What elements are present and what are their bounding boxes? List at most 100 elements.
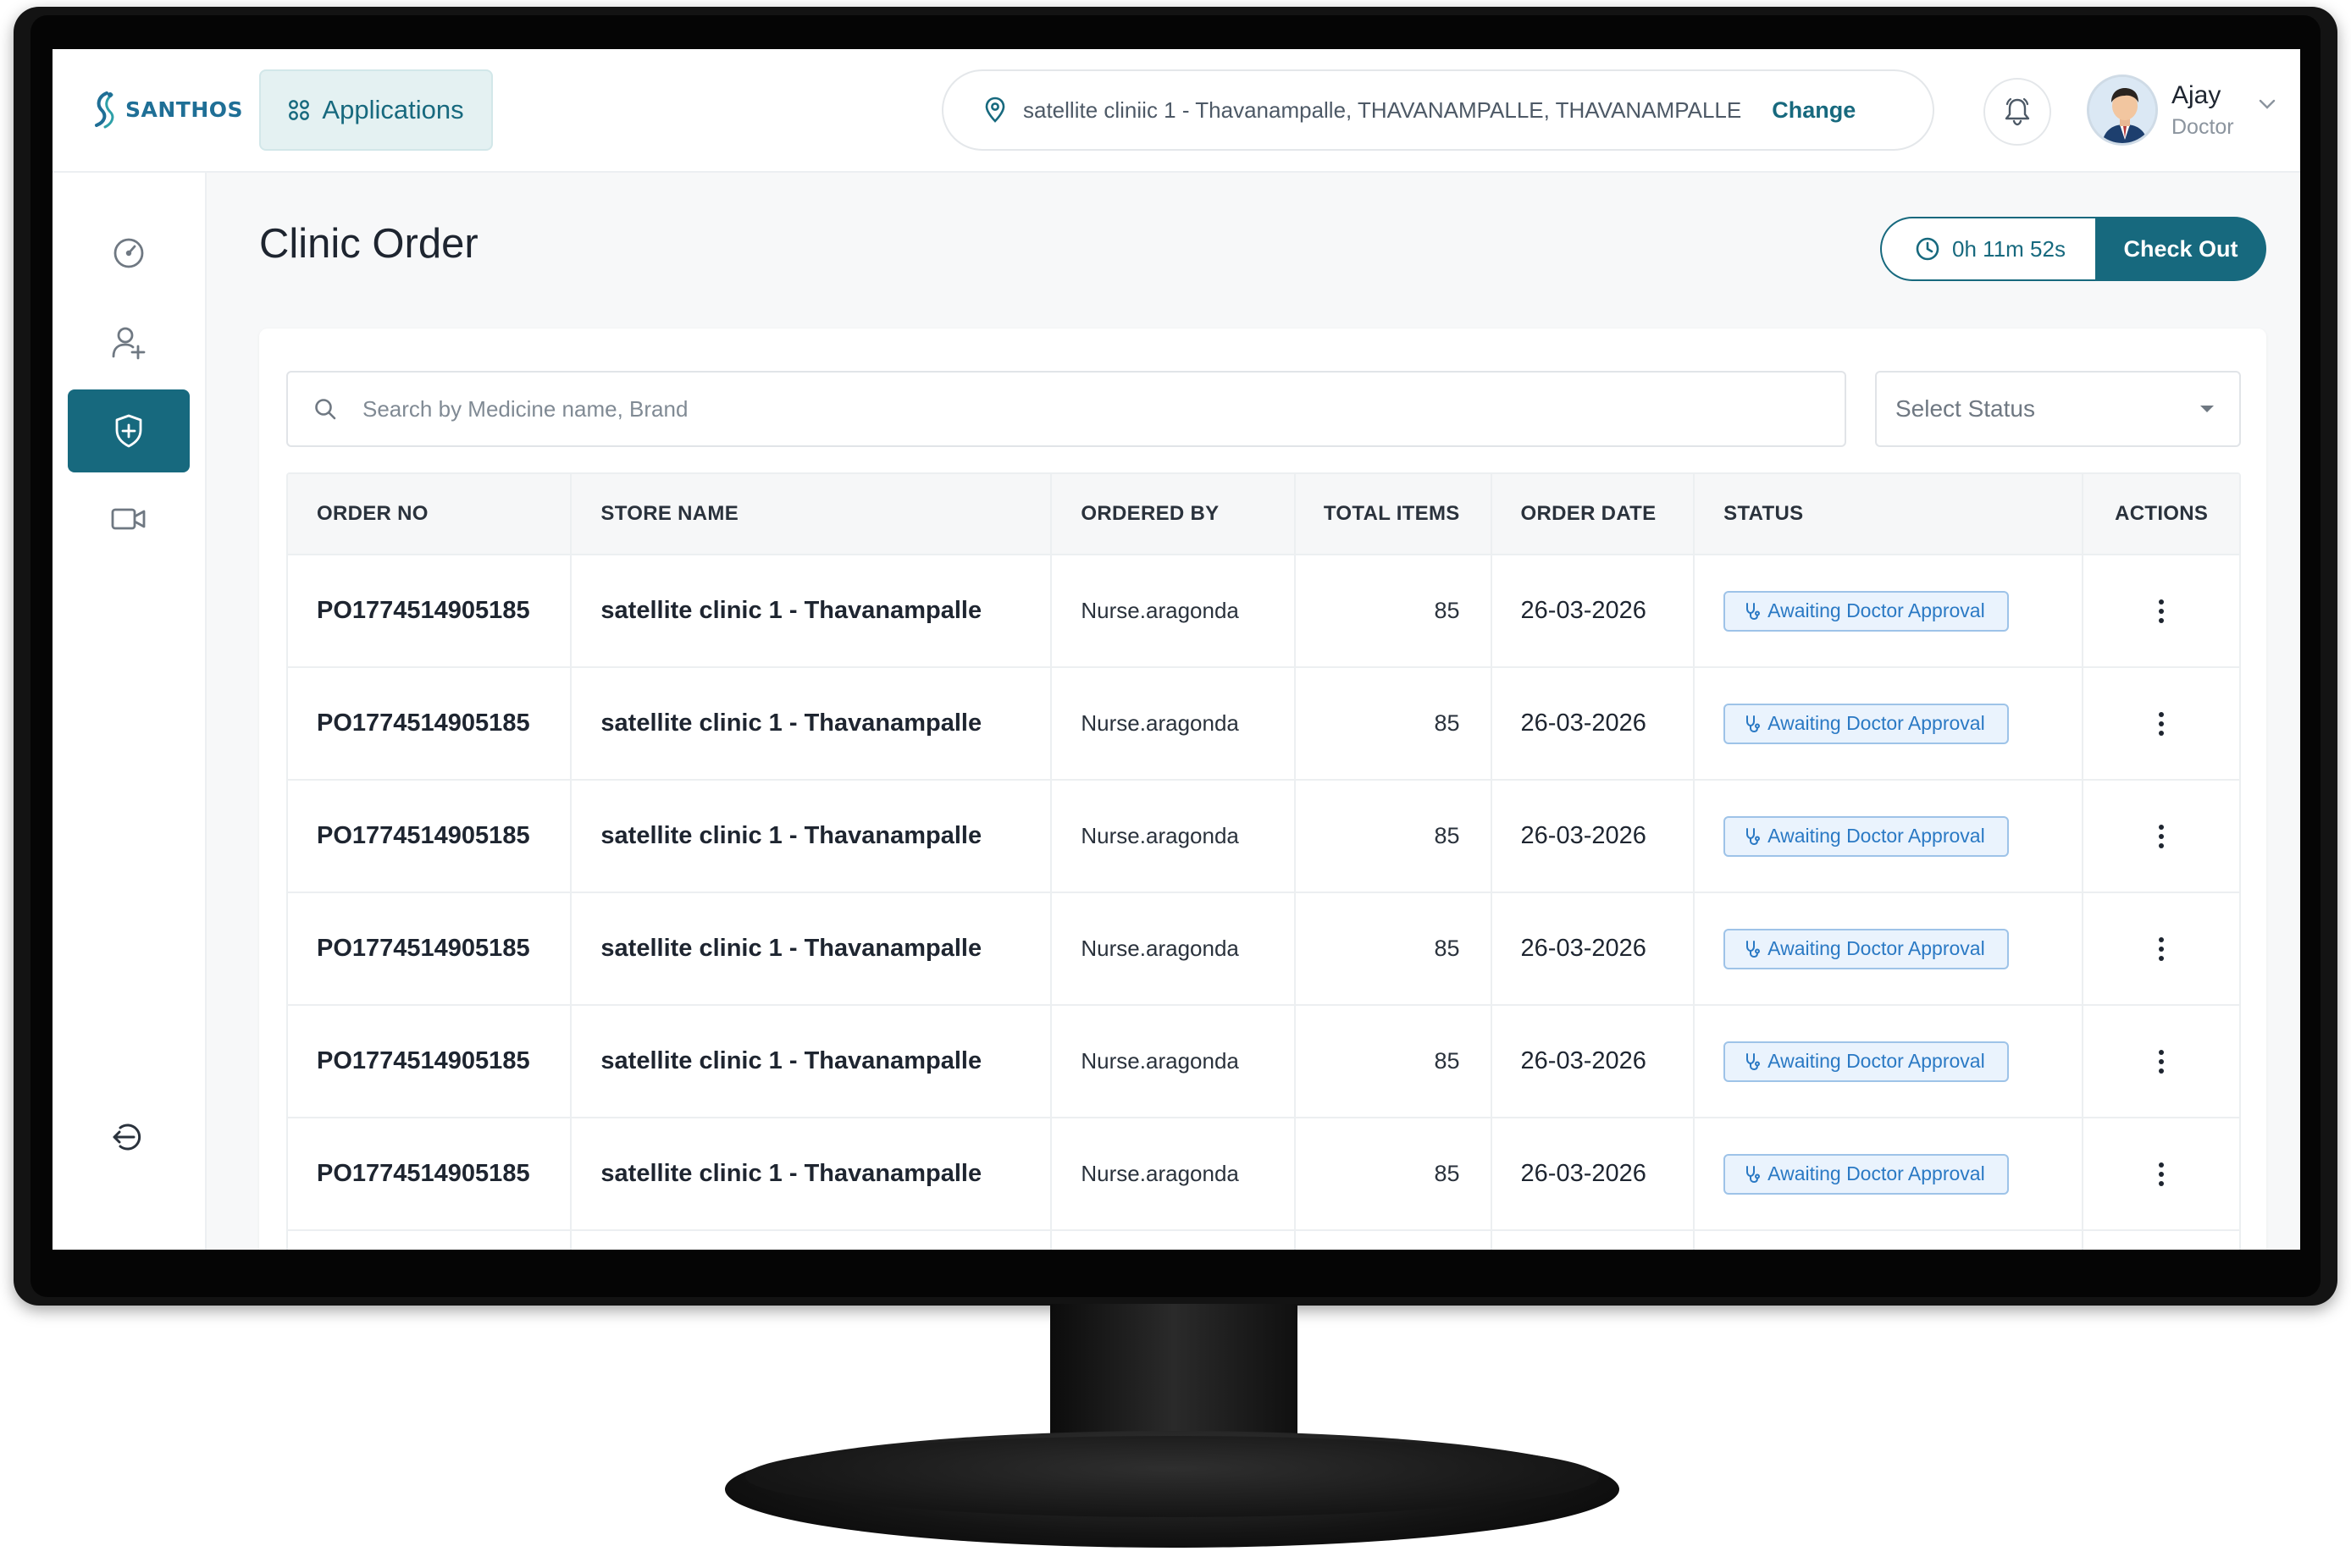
status-cell: Awaiting Doctor Approval <box>1695 668 2084 779</box>
sidebar-item-video-consult[interactable] <box>68 478 190 560</box>
more-vertical-icon <box>2159 1162 2165 1186</box>
store-name-cell: satellite clinic 1 - Thavanampalle <box>572 893 1053 1004</box>
order-date-cell: 26-03-2026 <box>1492 1006 1695 1117</box>
row-actions-button[interactable] <box>2144 1149 2178 1200</box>
more-vertical-icon <box>2159 936 2165 961</box>
table-row[interactable]: PO1774514905185 satellite clinic 1 - Tha… <box>288 1118 2239 1231</box>
col-header-order-no[interactable]: ORDER NO <box>288 474 573 554</box>
order-no-cell: PO1774514905185 <box>288 1118 573 1229</box>
order-no-cell: PO1774514905185 <box>288 668 573 779</box>
row-actions-button[interactable] <box>2144 698 2178 749</box>
user-role: Doctor <box>2171 115 2234 139</box>
sidebar-item-add-patient[interactable] <box>68 301 190 384</box>
col-header-total-items[interactable]: TOTAL ITEMS <box>1296 474 1492 554</box>
more-vertical-icon <box>2159 711 2165 736</box>
order-no-cell: PO1774514905185 <box>288 781 573 892</box>
status-badge: Awaiting Doctor Approval <box>1723 1153 2009 1195</box>
status-cell: Awaiting Doctor Approval <box>1695 1118 2084 1229</box>
dashboard-gauge-icon <box>113 238 144 268</box>
sidebar-item-logout[interactable] <box>68 1096 190 1179</box>
order-date-cell: 26-03-2026 <box>1492 555 1695 666</box>
table-row[interactable]: PO1774514905185 satellite clinic 1 - Tha… <box>288 668 2239 781</box>
status-badge: Awaiting Doctor Approval <box>1723 1041 2009 1082</box>
status-cell: Awaiting Doctor Approval <box>1695 781 2084 892</box>
left-sidebar <box>53 173 207 1250</box>
more-vertical-icon <box>2159 1049 2165 1074</box>
col-header-order-date[interactable]: ORDER DATE <box>1492 474 1695 554</box>
table-row[interactable]: PO1774514905185 satellite clinic 1 - Tha… <box>288 781 2239 893</box>
app-screen: SANTHOS Applications satellite cliniic 1… <box>53 49 2300 1250</box>
status-select-value: Select Status <box>1895 395 2035 422</box>
status-cell: Awaiting Doctor Approval <box>1695 1006 2084 1117</box>
video-camera-icon <box>111 508 146 530</box>
order-date-cell: 26-03-2026 <box>1492 1118 1695 1229</box>
total-items-cell: 85 <box>1296 1118 1492 1229</box>
order-date-cell: 26-03-2026 <box>1492 893 1695 1004</box>
total-items-cell: 85 <box>1296 781 1492 892</box>
status-cell: Awaiting Doctor Approval <box>1695 555 2084 666</box>
total-items-cell: 85 <box>1296 1006 1492 1117</box>
ordered-by-cell: Nurse.aragonda <box>1052 668 1296 779</box>
actions-cell <box>2083 893 2239 1004</box>
page-title: Clinic Order <box>259 221 478 267</box>
col-header-store-name[interactable]: STORE NAME <box>572 474 1053 554</box>
change-location-link[interactable]: Change <box>1772 97 1856 124</box>
status-badge-text: Awaiting Doctor Approval <box>1767 825 1985 847</box>
clock-icon <box>1916 237 1939 261</box>
ordered-by-cell: Nurse.aragonda <box>1052 893 1296 1004</box>
row-actions-button[interactable] <box>2144 586 2178 637</box>
location-selector[interactable]: satellite cliniic 1 - Thavanampalle, THA… <box>942 69 1934 151</box>
caret-down-icon <box>2200 406 2214 412</box>
stethoscope-icon <box>1746 940 1761 958</box>
status-select[interactable]: Select Status <box>1875 371 2241 447</box>
applications-label: Applications <box>322 95 464 124</box>
notifications-button[interactable] <box>1983 78 2051 146</box>
table-row[interactable]: PO1774514905185 satellite clinic 1 - Tha… <box>288 555 2239 668</box>
actions-cell <box>2083 555 2239 666</box>
status-badge: Awaiting Doctor Approval <box>1723 703 2009 744</box>
brand-logo[interactable]: SANTHOS <box>90 90 243 129</box>
table-row-partial[interactable] <box>288 1231 2239 1250</box>
bell-icon <box>2005 97 2030 126</box>
store-name-cell: satellite clinic 1 - Thavanampalle <box>572 781 1053 892</box>
search-field[interactable] <box>286 371 1846 447</box>
shield-plus-icon <box>115 414 142 448</box>
total-items-cell: 85 <box>1296 893 1492 1004</box>
chevron-down-icon[interactable] <box>2258 98 2276 110</box>
location-pin-icon <box>985 97 1005 123</box>
status-badge: Awaiting Doctor Approval <box>1723 928 2009 969</box>
check-out-button[interactable]: Check Out <box>2095 217 2266 281</box>
col-header-status[interactable]: STATUS <box>1695 474 2084 554</box>
total-items-cell: 85 <box>1296 555 1492 666</box>
search-input[interactable] <box>362 395 1718 422</box>
stethoscope-icon <box>1746 602 1761 620</box>
session-timer: 0h 11m 52s <box>1880 217 2099 281</box>
table-row[interactable]: PO1774514905185 satellite clinic 1 - Tha… <box>288 893 2239 1006</box>
user-avatar[interactable] <box>2087 75 2158 146</box>
more-vertical-icon <box>2159 824 2165 848</box>
stethoscope-icon <box>1746 715 1761 732</box>
add-user-icon <box>112 327 146 360</box>
status-badge-text: Awaiting Doctor Approval <box>1767 599 1985 621</box>
ordered-by-cell: Nurse.aragonda <box>1052 781 1296 892</box>
logout-icon <box>113 1124 141 1151</box>
row-actions-button[interactable] <box>2144 811 2178 862</box>
row-actions-button[interactable] <box>2144 1036 2178 1087</box>
status-cell: Awaiting Doctor Approval <box>1695 893 2084 1004</box>
applications-button[interactable]: Applications <box>259 69 493 151</box>
stethoscope-icon <box>1746 827 1761 845</box>
sidebar-item-dashboard[interactable] <box>68 212 190 295</box>
brand-name: SANTHOS <box>125 97 244 122</box>
table-row[interactable]: PO1774514905185 satellite clinic 1 - Tha… <box>288 1006 2239 1118</box>
stethoscope-icon <box>1746 1165 1761 1183</box>
col-header-ordered-by[interactable]: ORDERED BY <box>1052 474 1296 554</box>
store-name-cell: satellite clinic 1 - Thavanampalle <box>572 1118 1053 1229</box>
actions-cell <box>2083 668 2239 779</box>
table-header: ORDER NO STORE NAME ORDERED BY TOTAL ITE… <box>288 474 2239 555</box>
timer-value: 0h 11m 52s <box>1952 235 2066 262</box>
current-location: satellite cliniic 1 - Thavanampalle, THA… <box>1023 97 1742 123</box>
sidebar-item-clinic-orders[interactable] <box>68 389 190 472</box>
row-actions-button[interactable] <box>2144 924 2178 974</box>
ordered-by-cell: Nurse.aragonda <box>1052 1006 1296 1117</box>
doctor-avatar-icon <box>2089 77 2155 143</box>
